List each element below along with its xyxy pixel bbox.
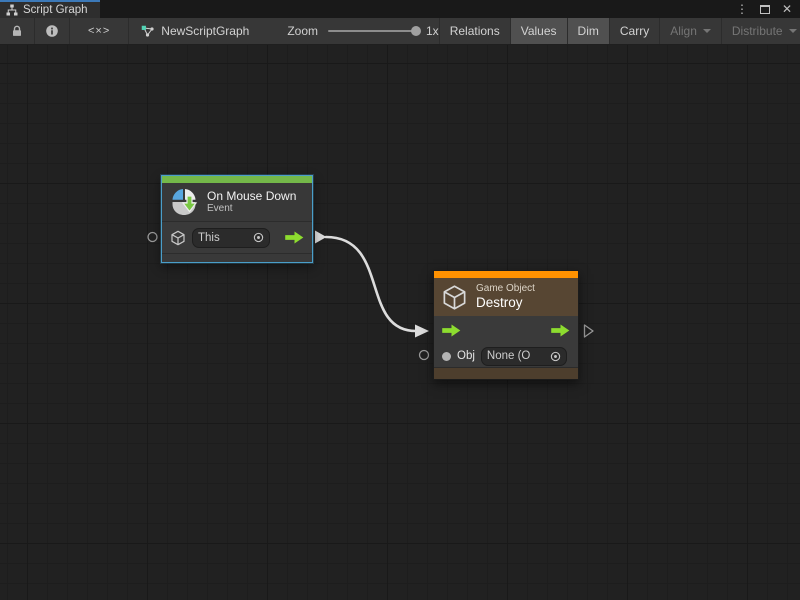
- carry-label: Carry: [620, 24, 649, 38]
- distribute-button[interactable]: Distribute: [721, 18, 800, 44]
- dim-button[interactable]: Dim: [567, 18, 609, 44]
- node-flow-row: [434, 316, 578, 345]
- node-header: On Mouse Down Event: [162, 183, 312, 221]
- dim-label: Dim: [578, 24, 599, 38]
- node-subtitle: Event: [207, 203, 296, 215]
- close-icon[interactable]: ✕: [782, 3, 792, 15]
- object-picker-icon[interactable]: [550, 351, 561, 362]
- code-icon: <×>: [88, 25, 110, 37]
- target-object-field[interactable]: This: [192, 228, 270, 248]
- lock-icon: [10, 24, 24, 38]
- lock-button[interactable]: [0, 18, 35, 44]
- align-label: Align: [670, 24, 697, 38]
- omd-target-port[interactable]: [148, 233, 157, 242]
- window-menu-icon[interactable]: ⋮: [736, 3, 748, 15]
- zoom-slider[interactable]: [328, 30, 416, 32]
- node-title: Destroy: [476, 295, 535, 311]
- obj-value: None (O: [487, 350, 546, 362]
- tab-script-graph[interactable]: Script Graph: [0, 0, 100, 18]
- relations-button[interactable]: Relations: [439, 18, 510, 44]
- omd-exit-port-marker[interactable]: [315, 231, 327, 244]
- obj-port-label: Obj: [457, 350, 475, 362]
- mouse-down-icon: [169, 187, 199, 217]
- tab-bar: Script Graph ⋮ ✕: [0, 0, 800, 18]
- object-picker-icon[interactable]: [253, 232, 264, 243]
- flow-exit-arrow-icon[interactable]: [285, 231, 304, 244]
- graph-selector-button[interactable]: NewScriptGraph: [129, 18, 261, 44]
- node-destroy[interactable]: Game Object Destroy Obj None (O: [433, 270, 579, 380]
- graph-toolbar: <×> NewScriptGraph Zoom 1x Relations Val…: [0, 18, 800, 45]
- game-object-cube-icon: [170, 230, 186, 246]
- graph-canvas[interactable]: On Mouse Down Event This: [0, 45, 800, 600]
- chevron-down-icon: [703, 29, 711, 33]
- obj-value-field[interactable]: None (O: [481, 347, 567, 366]
- game-object-cube-icon: [441, 284, 468, 311]
- node-footer: [162, 253, 312, 262]
- info-icon: [45, 24, 59, 38]
- flow-connection-wire[interactable]: [326, 237, 416, 331]
- node-category: Game Object: [476, 283, 535, 295]
- connection-layer: [0, 45, 800, 600]
- zoom-value: 1x: [426, 24, 439, 38]
- graph-name: NewScriptGraph: [161, 24, 249, 38]
- script-graph-window: Script Graph ⋮ ✕ <×>: [0, 0, 800, 600]
- script-graph-asset-icon: [141, 25, 155, 38]
- node-accent-strip: [434, 271, 578, 278]
- chevron-down-icon: [789, 29, 797, 33]
- relations-label: Relations: [450, 24, 500, 38]
- toolbar-toggle-group: Relations Values Dim Carry Align Distrib…: [439, 18, 800, 44]
- zoom-label: Zoom: [287, 24, 318, 38]
- window-controls: ⋮ ✕: [736, 0, 800, 18]
- obj-port-dot-icon[interactable]: [442, 352, 451, 361]
- values-button[interactable]: Values: [510, 18, 567, 44]
- values-label: Values: [521, 24, 557, 38]
- node-accent-strip: [162, 176, 312, 183]
- info-button[interactable]: [35, 18, 70, 44]
- destroy-exit-port[interactable]: [585, 325, 594, 337]
- inspect-code-button[interactable]: <×>: [70, 18, 129, 44]
- flow-enter-arrow-icon[interactable]: [442, 324, 461, 337]
- maximize-icon[interactable]: [760, 5, 770, 14]
- node-titles: Game Object Destroy: [476, 283, 535, 311]
- node-port-row: This: [162, 222, 312, 253]
- node-footer: [434, 367, 578, 379]
- graph-hierarchy-icon: [6, 4, 18, 16]
- zoom-slider-handle[interactable]: [411, 26, 421, 36]
- node-obj-row: Obj None (O: [434, 345, 578, 367]
- destroy-obj-port[interactable]: [420, 351, 429, 360]
- tab-title: Script Graph: [23, 4, 88, 16]
- node-on-mouse-down[interactable]: On Mouse Down Event This: [161, 175, 313, 263]
- align-button[interactable]: Align: [659, 18, 721, 44]
- carry-button[interactable]: Carry: [609, 18, 659, 44]
- target-object-value: This: [198, 232, 249, 244]
- node-title: On Mouse Down: [207, 189, 296, 203]
- destroy-enter-port-marker[interactable]: [415, 325, 429, 338]
- distribute-label: Distribute: [732, 24, 783, 38]
- node-header: Game Object Destroy: [434, 278, 578, 316]
- node-titles: On Mouse Down Event: [207, 189, 296, 215]
- zoom-control: Zoom 1x: [287, 18, 438, 44]
- flow-exit-arrow-icon[interactable]: [551, 324, 570, 337]
